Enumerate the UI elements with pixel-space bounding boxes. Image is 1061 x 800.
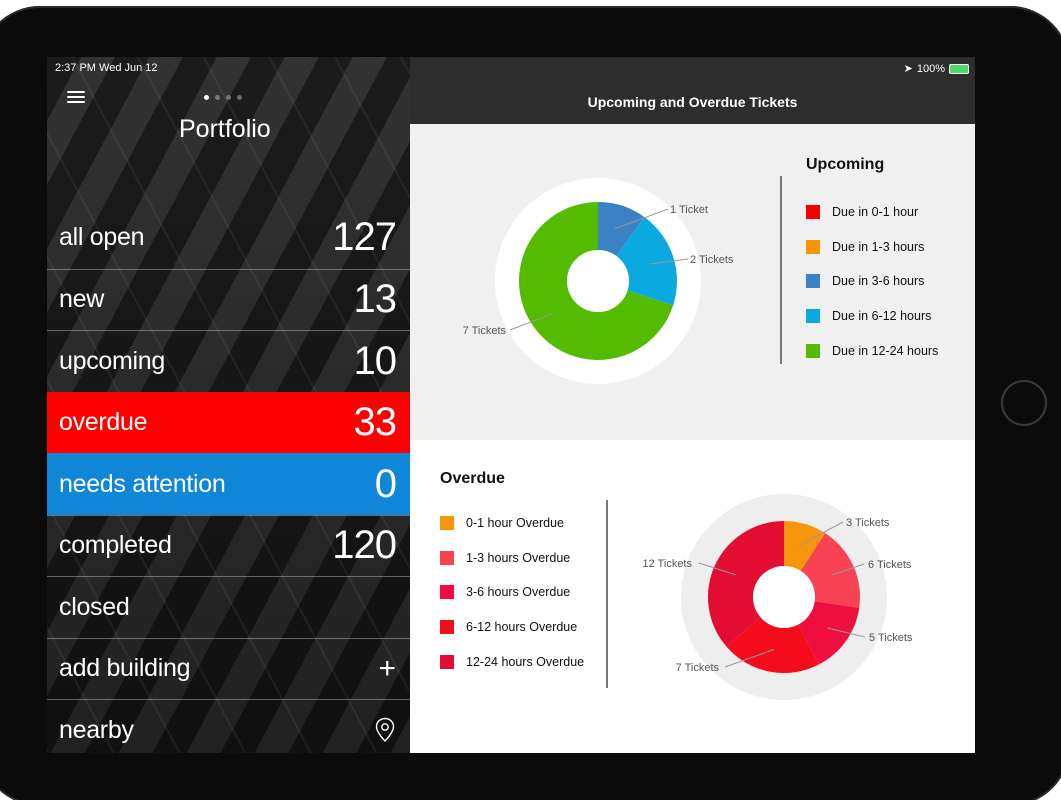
menu-item-label: all open (59, 223, 145, 252)
legend-swatch (806, 205, 820, 219)
legend-swatch (440, 551, 454, 565)
detail-pane: ➤ 100% Upcoming and Overdue Tickets 1 Ti… (410, 57, 975, 753)
status-time: 2:37 PM Wed Jun 12 (55, 62, 158, 74)
legend-item: 6-12 hours Overdue (440, 620, 577, 634)
menu-item-overdue[interactable]: overdue 33 (47, 391, 410, 453)
menu-item-count: 13 (353, 277, 397, 322)
menu-item-needs-attention[interactable]: needs attention 0 (47, 453, 410, 515)
menu-item-add-building[interactable]: add building + (47, 637, 410, 700)
menu-item-label: overdue (59, 408, 148, 437)
menu-item-completed[interactable]: completed 120 (47, 514, 410, 577)
data-label: 2 Tickets (690, 254, 734, 266)
legend-item: 12-24 hours Overdue (440, 655, 584, 669)
status-indicators: ➤ 100% (904, 62, 969, 75)
legend-item: 0-1 hour Overdue (440, 516, 564, 530)
legend-item: Due in 1-3 hours (806, 240, 924, 254)
menu-item-label: add building (59, 654, 191, 683)
overdue-panel: Overdue 0-1 hour Overdue 1-3 hours Overd… (410, 440, 975, 753)
menu-item-count: 0 (374, 461, 397, 506)
legend-swatch (806, 274, 820, 288)
screen: 2:37 PM Wed Jun 12 Portfolio all open 12… (47, 57, 975, 753)
data-label: 7 Tickets (676, 662, 720, 674)
menu-item-label: new (59, 285, 104, 314)
legend-swatch (806, 344, 820, 358)
upcoming-panel: 1 Ticket 2 Tickets 7 Tickets Upcoming Due … (410, 124, 975, 440)
data-label: 6 Tickets (868, 559, 912, 571)
plus-icon[interactable]: + (378, 652, 396, 686)
page-title: Portfolio (179, 115, 271, 143)
data-label: 1 Ticket (670, 204, 708, 216)
legend-label: Due in 0-1 hour (832, 205, 919, 219)
legend-item: Due in 0-1 hour (806, 205, 918, 219)
legend-item: Due in 12-24 hours (806, 344, 938, 358)
legend-swatch (440, 620, 454, 634)
home-button[interactable] (1001, 380, 1047, 426)
menu-item-new[interactable]: new 13 (47, 268, 410, 331)
legend-label: Due in 3-6 hours (832, 274, 925, 288)
hamburger-menu-icon[interactable] (67, 91, 85, 103)
legend-swatch (440, 585, 454, 599)
data-label: 12 Tickets (642, 558, 692, 570)
legend-item: 1-3 hours Overdue (440, 551, 570, 565)
overdue-donut-chart: 3 Tickets 6 Tickets 5 Tickets 7 Tickets 12 T… (642, 494, 913, 700)
battery-icon (949, 63, 969, 74)
legend-item: Due in 3-6 hours (806, 274, 924, 288)
menu-item-count: 127 (332, 215, 397, 260)
legend-label: 0-1 hour Overdue (466, 516, 564, 530)
legend-label: Due in 6-12 hours (832, 309, 932, 323)
navigation-pane: 2:37 PM Wed Jun 12 Portfolio all open 12… (47, 57, 410, 753)
menu-item-nearby[interactable]: nearby (47, 699, 410, 753)
menu-item-label: upcoming (59, 346, 165, 375)
legend-divider (780, 176, 782, 364)
data-label: 3 Tickets (846, 517, 890, 529)
menu-item-upcoming[interactable]: upcoming 10 (47, 330, 410, 392)
legend-label: Due in 12-24 hours (832, 344, 939, 358)
legend-swatch (806, 309, 820, 323)
data-label: 5 Tickets (869, 632, 913, 644)
upcoming-donut-chart: 1 Ticket 2 Tickets 7 Tickets (463, 178, 734, 384)
battery-percent: 100% (916, 62, 945, 75)
legend-item: Due in 6-12 hours (806, 309, 931, 323)
legend-swatch (806, 240, 820, 254)
header-title: Upcoming and Overdue Tickets (587, 94, 798, 110)
menu-item-closed[interactable]: closed (47, 576, 410, 638)
donut-hole (753, 566, 815, 628)
legend-label: 3-6 hours Overdue (466, 585, 571, 599)
menu-item-count: 33 (353, 400, 397, 445)
legend-label: 12-24 hours Overdue (466, 655, 585, 669)
menu-item-count: 10 (353, 338, 397, 383)
donut-hole (567, 250, 629, 312)
legend-item: 3-6 hours Overdue (440, 585, 570, 599)
header-bar: ➤ 100% Upcoming and Overdue Tickets (410, 57, 975, 124)
location-arrow-icon: ➤ (903, 63, 913, 75)
overdue-legend-title: Overdue (440, 470, 505, 487)
menu-item-label: closed (59, 592, 130, 621)
upcoming-legend-title: Upcoming (806, 156, 885, 173)
menu-list: all open 127 new 13 upcoming 10 overdue … (47, 207, 410, 753)
data-label: 7 Tickets (463, 325, 507, 337)
location-pin-icon[interactable] (374, 717, 396, 743)
page-indicator[interactable] (204, 95, 242, 100)
legend-swatch (440, 655, 454, 669)
menu-item-label: completed (59, 531, 172, 560)
menu-item-label: needs attention (59, 469, 226, 498)
legend-label: 1-3 hours Overdue (466, 551, 571, 565)
legend-divider (606, 500, 608, 688)
legend-label: 6-12 hours Overdue (466, 620, 578, 634)
menu-item-label: nearby (59, 715, 134, 744)
menu-item-all-open[interactable]: all open 127 (47, 207, 410, 269)
legend-label: Due in 1-3 hours (832, 240, 925, 254)
menu-item-count: 120 (332, 523, 397, 568)
legend-swatch (440, 516, 454, 530)
